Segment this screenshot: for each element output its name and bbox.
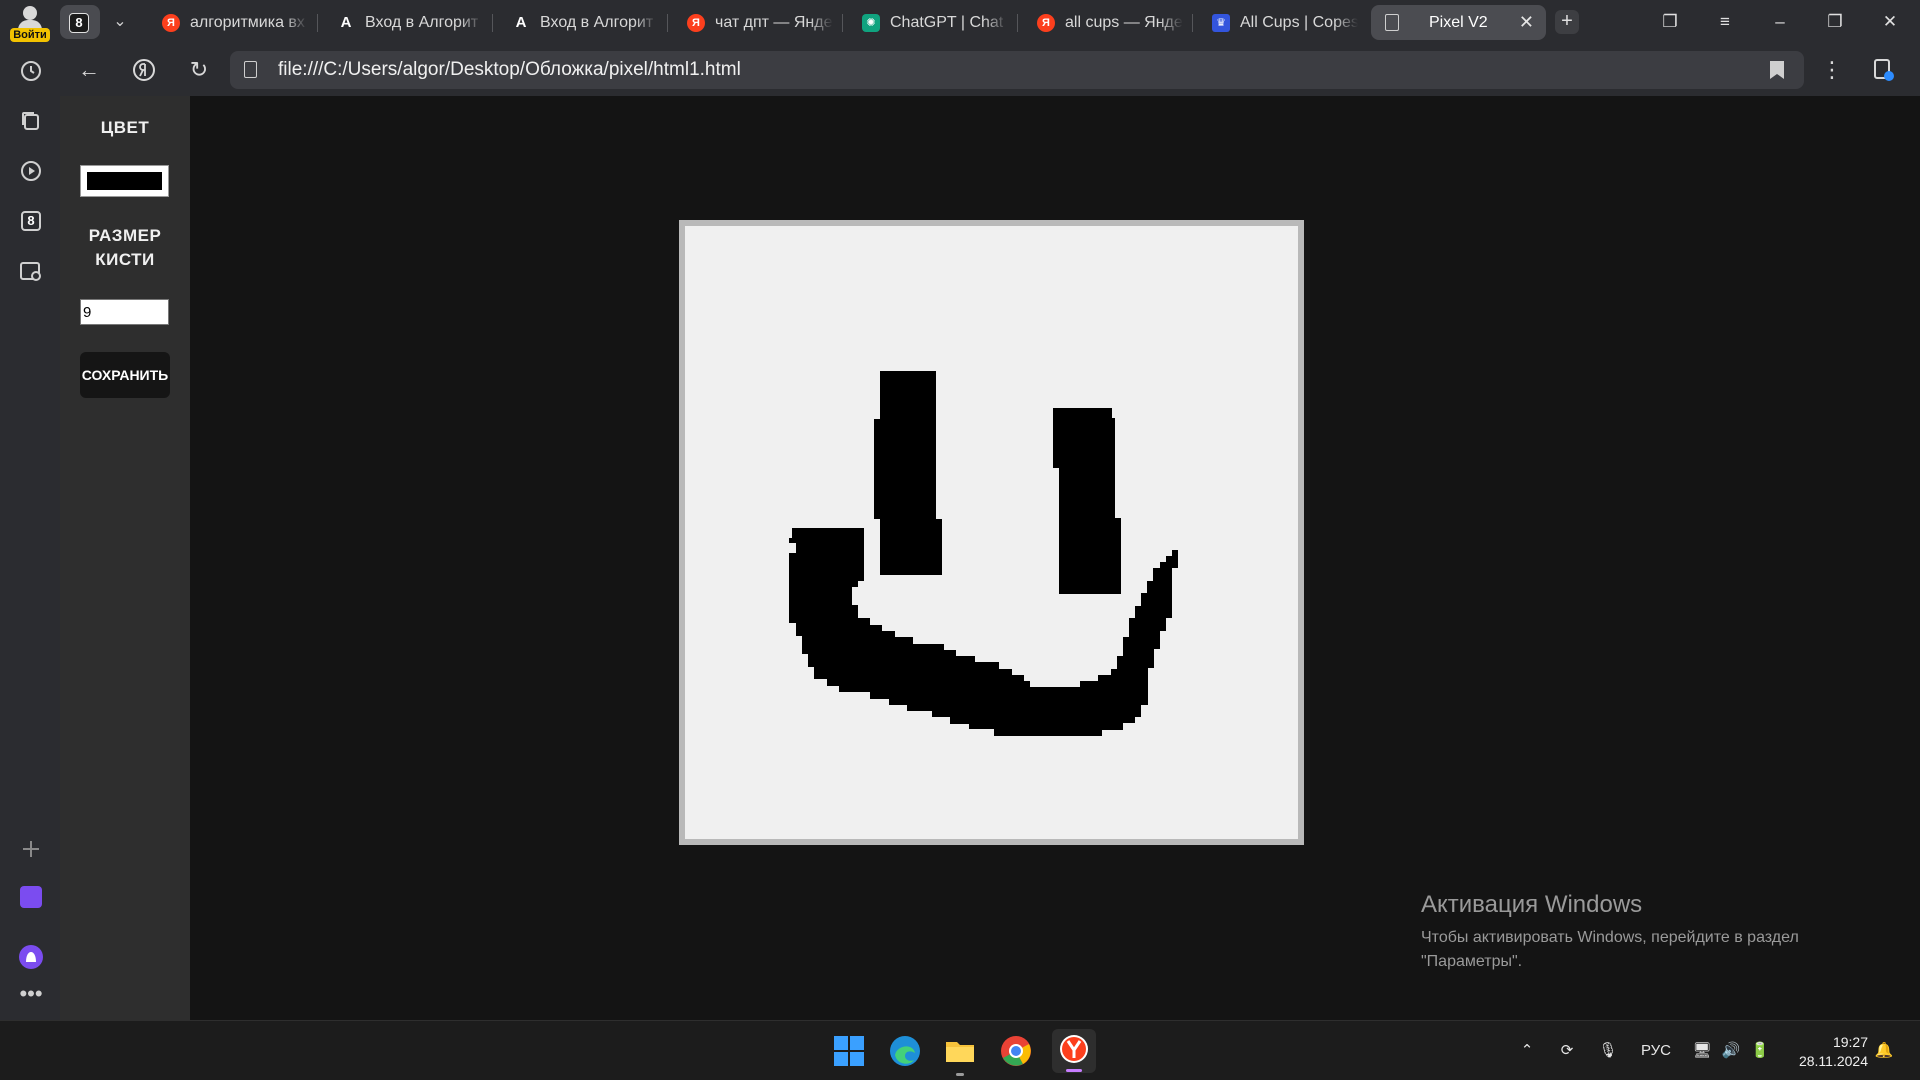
microphone-icon[interactable]: 🎙 [1596, 1039, 1620, 1063]
sync-icon[interactable]: ⟳ [1554, 1039, 1580, 1063]
tab-list-chevron-icon[interactable]: ⌄ [106, 8, 134, 36]
windows-activation-watermark: Активация Windows Чтобы активировать Win… [1421, 890, 1799, 974]
clock-time: 19:27 [1832, 1034, 1868, 1050]
edge-browser-icon[interactable] [887, 1033, 923, 1069]
canvas-drawing [685, 226, 1298, 839]
tab-group-count: 8 [69, 13, 89, 33]
close-tab-icon[interactable]: ✕ [1519, 5, 1534, 40]
algorithmika-icon: A [340, 14, 352, 31]
menu-icon[interactable]: ≡ [1710, 7, 1740, 37]
yandex-home-button[interactable] [130, 56, 158, 84]
more-options-icon[interactable]: ⋮ [1818, 56, 1846, 84]
profile-button[interactable]: Войти [6, 2, 52, 42]
chrome-icon[interactable] [998, 1033, 1034, 1069]
restore-icon[interactable]: ❐ [1820, 7, 1850, 37]
close-window-icon[interactable]: ✕ [1875, 7, 1905, 37]
drawing-canvas[interactable] [679, 220, 1304, 845]
taskbar-clock[interactable]: 19:27 28.11.2024 [1788, 1033, 1868, 1071]
notifications-bell-icon[interactable]: 🔔 [1872, 1039, 1896, 1063]
network-icon[interactable]: 🖥 [1690, 1039, 1714, 1063]
tab-title: All Cups | Copes [1240, 14, 1358, 31]
document-icon [1385, 14, 1399, 31]
tab-title: all cups — Янде [1065, 14, 1183, 31]
tab-4[interactable]: ✺ ChatGPT | Chat [850, 5, 1018, 40]
alice-assistant-icon[interactable] [18, 944, 44, 970]
address-bar[interactable]: file:///C:/Users/algor/Desktop/Обложка/p… [230, 51, 1804, 89]
tab-active-pixel[interactable]: Pixel V2 ✕ [1371, 5, 1546, 40]
tray-expand-icon[interactable]: ⌃ [1515, 1039, 1539, 1063]
tab-title: Вход в Алгорит [540, 14, 654, 31]
save-button[interactable]: СОХРАНИТЬ [80, 352, 170, 398]
yandex-browser-taskbar-icon[interactable] [1052, 1029, 1096, 1073]
tab-3[interactable]: Я чат дпт — Янде [675, 5, 843, 40]
activation-title: Активация Windows [1421, 891, 1643, 918]
tab-strip: Войти 8 ⌄ Я алгоритмика вх A Вход в Алго… [0, 0, 1920, 44]
volume-icon[interactable]: 🔊 [1719, 1039, 1743, 1063]
chatgpt-icon: ✺ [862, 14, 880, 32]
profile-avatar-icon [23, 6, 37, 20]
browser-toolbar: ← ↻ file:///C:/Users/algor/Desktop/Облож… [60, 44, 1920, 96]
page-content: ЦВЕТ РАЗМЕР КИСТИ СОХРАНИТЬ [60, 96, 1920, 1020]
profile-login-badge: Войти [10, 28, 50, 42]
yandex-icon: Я [687, 14, 705, 32]
back-button[interactable]: ← [75, 56, 103, 84]
collections-icon[interactable] [18, 108, 44, 134]
yandex-icon: Я [162, 14, 180, 32]
color-label: ЦВЕТ [100, 118, 150, 137]
browser-sidebar: 8 ••• [0, 44, 60, 1020]
tab-title: ChatGPT | Chat [890, 14, 1004, 31]
drawn-right-eye [1053, 408, 1121, 594]
play-icon[interactable] [18, 158, 44, 184]
file-icon [244, 61, 257, 78]
battery-icon[interactable]: 🔋 [1748, 1039, 1772, 1063]
tab-title: алгоритмика вх [190, 14, 305, 31]
screenshot-icon[interactable] [18, 258, 44, 284]
drawn-left-eye [874, 371, 942, 575]
tab-group-sidebar-icon[interactable]: 8 [18, 208, 44, 234]
tab-6[interactable]: ♛ All Cups | Copes [1200, 5, 1368, 40]
new-tab-button[interactable]: + [1555, 10, 1579, 34]
activation-line2: "Параметры". [1421, 953, 1523, 970]
bookmark-icon[interactable] [1770, 61, 1784, 79]
algorithmika-icon: A [515, 14, 527, 31]
color-picker[interactable] [80, 165, 169, 197]
messenger-icon[interactable] [18, 884, 44, 910]
reload-button[interactable]: ↻ [185, 56, 213, 84]
yandex-icon: Я [1037, 14, 1055, 32]
extension-icon[interactable] [1869, 56, 1897, 84]
brush-size-label-line2: КИСТИ [95, 250, 155, 269]
history-icon[interactable] [18, 58, 44, 84]
tab-title: чат дпт — Янде [715, 14, 833, 31]
yandex-icon [133, 59, 155, 81]
allcups-icon: ♛ [1212, 14, 1230, 32]
brush-size-label-line1: РАЗМЕР [88, 226, 162, 245]
tab-group-button[interactable]: 8 [60, 5, 100, 39]
activation-line1: Чтобы активировать Windows, перейдите в … [1421, 929, 1799, 946]
tab-2[interactable]: A Вход в Алгорит [500, 5, 668, 40]
file-explorer-icon[interactable] [942, 1033, 978, 1076]
windows-start-icon[interactable] [831, 1033, 867, 1069]
tab-5[interactable]: Я all cups — Янде [1025, 5, 1193, 40]
tab-0[interactable]: Я алгоритмика вх [150, 5, 318, 40]
tool-panel: ЦВЕТ РАЗМЕР КИСТИ СОХРАНИТЬ [60, 96, 190, 1020]
brush-size-input[interactable] [80, 299, 169, 325]
sidebar-badge: 8 [27, 213, 35, 228]
color-swatch-fill [87, 172, 162, 190]
minimize-icon[interactable]: – [1765, 7, 1795, 37]
tab-collections-icon[interactable]: ❐ [1655, 7, 1685, 37]
windows-taskbar: ⌃ ⟳ 🎙 РУС 🖥 🔊 🔋 19:27 28.11.2024 🔔 [0, 1020, 1920, 1080]
language-indicator[interactable]: РУС [1636, 1039, 1676, 1063]
more-icon[interactable]: ••• [18, 983, 44, 1010]
clock-date: 28.11.2024 [1798, 1053, 1868, 1069]
tab-1[interactable]: A Вход в Алгорит [325, 5, 493, 40]
add-sidebar-icon[interactable] [18, 836, 44, 862]
url-text: file:///C:/Users/algor/Desktop/Обложка/p… [278, 59, 741, 80]
tab-title: Вход в Алгорит [365, 14, 479, 31]
